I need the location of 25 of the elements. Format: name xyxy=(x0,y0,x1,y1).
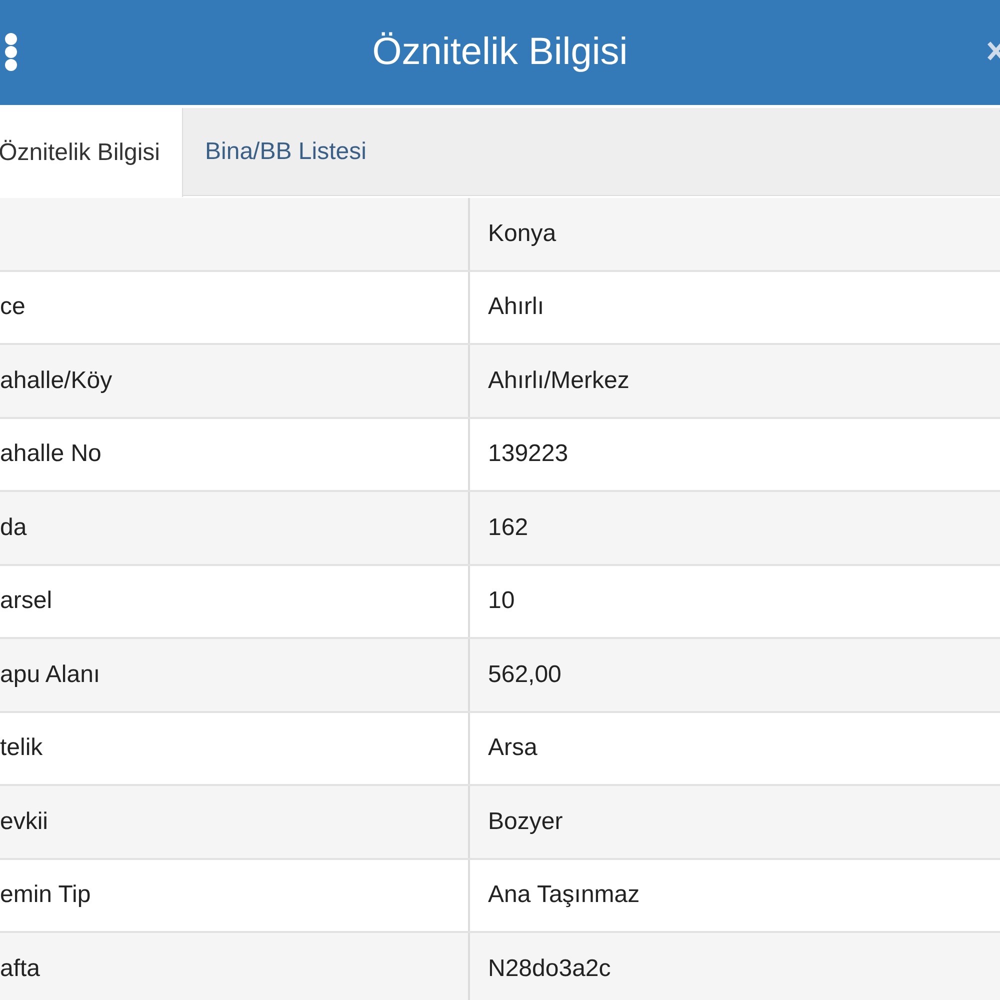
attribute-label: emin Tip xyxy=(0,881,91,910)
attribute-value: N28do3a2c xyxy=(488,954,611,983)
attribute-label: apu Alanı xyxy=(0,660,100,689)
attribute-label: ce xyxy=(0,293,26,322)
attribute-label: ahalle No xyxy=(0,440,102,468)
attribute-label: evkii xyxy=(0,808,48,836)
attribute-value: 562,00 xyxy=(488,660,562,689)
attribute-label: telik xyxy=(0,734,43,762)
tab[interactable]: Bina/BB Listesi xyxy=(183,108,388,196)
attribute-value: Ahırlı/Merkez xyxy=(488,366,630,395)
attribute-label: arsel xyxy=(0,587,52,616)
attribute-value: Arsa xyxy=(488,734,538,762)
attribute-label: da xyxy=(0,514,27,542)
attribute-value: 139223 xyxy=(488,440,568,468)
attribute-value: Konya xyxy=(488,220,556,248)
attribute-label: afta xyxy=(0,954,40,983)
attribute-value: Ana Taşınmaz xyxy=(488,881,640,910)
attribute-label: ahalle/Köy xyxy=(0,366,112,395)
attribute-value: 10 xyxy=(488,587,515,616)
attribute-value: Bozyer xyxy=(488,808,563,836)
menu-icon[interactable] xyxy=(4,32,18,72)
tab[interactable]: Öznitelik Bilgisi xyxy=(0,108,183,197)
attribute-value: Ahırlı xyxy=(488,293,544,322)
attribute-value: 162 xyxy=(488,514,528,542)
window-title: Öznitelik Bilgisi xyxy=(372,31,628,74)
